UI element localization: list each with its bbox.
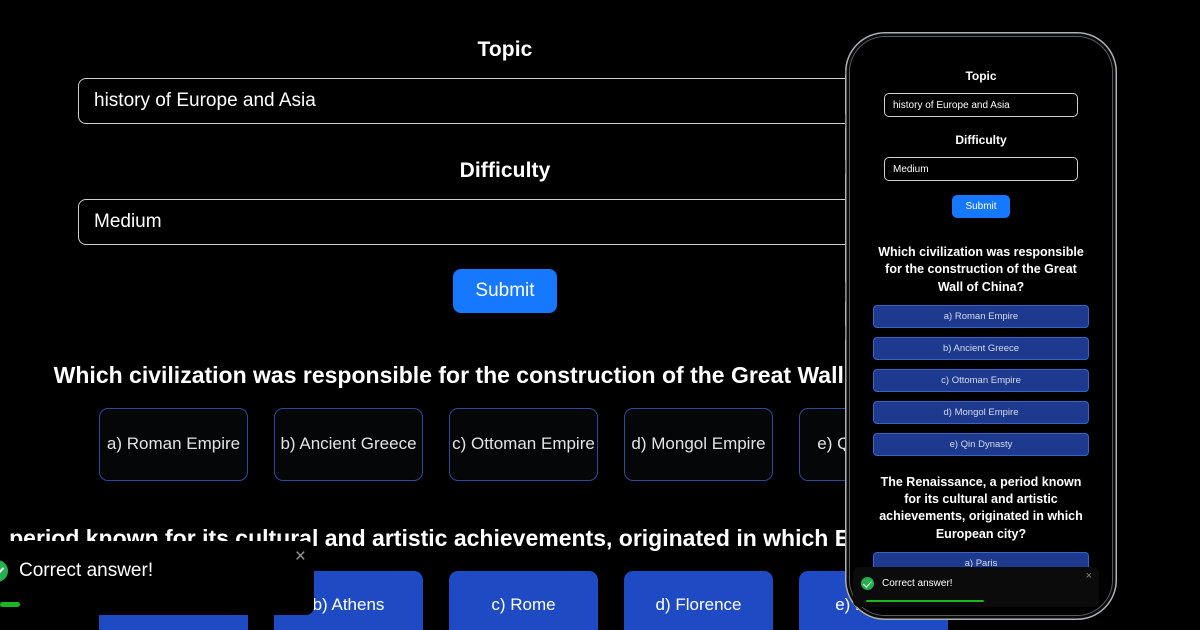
phone-side-button-extra[interactable]	[845, 326, 846, 340]
desktop-toast-message: Correct answer!	[19, 560, 154, 581]
phone-side-button-volume-up[interactable]	[845, 114, 846, 128]
phone-submit-button[interactable]: Submit	[952, 195, 1010, 218]
phone-option-c[interactable]: c) Ottoman Empire	[873, 368, 1089, 392]
desktop-option-b[interactable]: b) Ancient Greece	[274, 407, 423, 481]
check-circle-icon	[0, 560, 8, 582]
phone-toast-progress-bar	[866, 599, 984, 602]
desktop-toast-row: Correct answer!	[0, 541, 314, 582]
check-circle-icon	[861, 577, 874, 590]
phone-topic-label: Topic	[965, 69, 997, 83]
phone-toast-close-icon[interactable]: ×	[1086, 571, 1092, 582]
phone-option-b[interactable]: b) Ancient Greece	[873, 336, 1089, 360]
desktop-toast-correct-answer: Correct answer! ×	[0, 541, 314, 615]
desktop-option-two-c[interactable]: c) Rome	[449, 570, 598, 630]
phone-quiz-view: Topic Difficulty Submit Which civilizati…	[850, 37, 1112, 615]
phone-option-a[interactable]: a) Roman Empire	[873, 304, 1089, 328]
phone-options-one: a) Roman Empire b) Ancient Greece c) Ott…	[866, 304, 1096, 456]
phone-mockup: Topic Difficulty Submit Which civilizati…	[845, 32, 1117, 620]
phone-side-button-power[interactable]	[845, 282, 846, 302]
screenshot-root: Topic Difficulty Submit Which civilizati…	[0, 0, 1200, 630]
phone-question-one: Which civilization was responsible for t…	[878, 245, 1084, 294]
desktop-difficulty-input[interactable]	[78, 199, 932, 245]
desktop-option-d[interactable]: d) Mongol Empire	[624, 407, 773, 481]
desktop-submit-button[interactable]: Submit	[453, 269, 557, 313]
desktop-topic-input[interactable]	[78, 78, 932, 124]
phone-toast-row: Correct answer!	[853, 567, 1099, 590]
phone-question-two: The Renaissance, a period known for its …	[879, 474, 1083, 541]
phone-topic-input[interactable]	[884, 93, 1078, 117]
phone-option-d[interactable]: d) Mongol Empire	[873, 400, 1089, 424]
phone-option-e[interactable]: e) Qin Dynasty	[873, 432, 1089, 456]
phone-difficulty-label: Difficulty	[955, 133, 1007, 147]
phone-difficulty-input[interactable]	[884, 157, 1078, 181]
desktop-toast-close-icon[interactable]: ×	[295, 547, 306, 566]
phone-toast-correct-answer: Correct answer! ×	[853, 567, 1099, 607]
desktop-toast-progress-bar	[0, 602, 20, 607]
phone-screen: Topic Difficulty Submit Which civilizati…	[850, 37, 1112, 615]
phone-side-button-mute[interactable]	[845, 70, 846, 75]
phone-toast-message: Correct answer!	[882, 578, 953, 589]
desktop-option-a[interactable]: a) Roman Empire	[99, 407, 248, 481]
phone-side-button-volume-down[interactable]	[845, 160, 846, 174]
desktop-option-two-d[interactable]: d) Florence	[624, 570, 773, 630]
desktop-option-c[interactable]: c) Ottoman Empire	[449, 407, 598, 481]
